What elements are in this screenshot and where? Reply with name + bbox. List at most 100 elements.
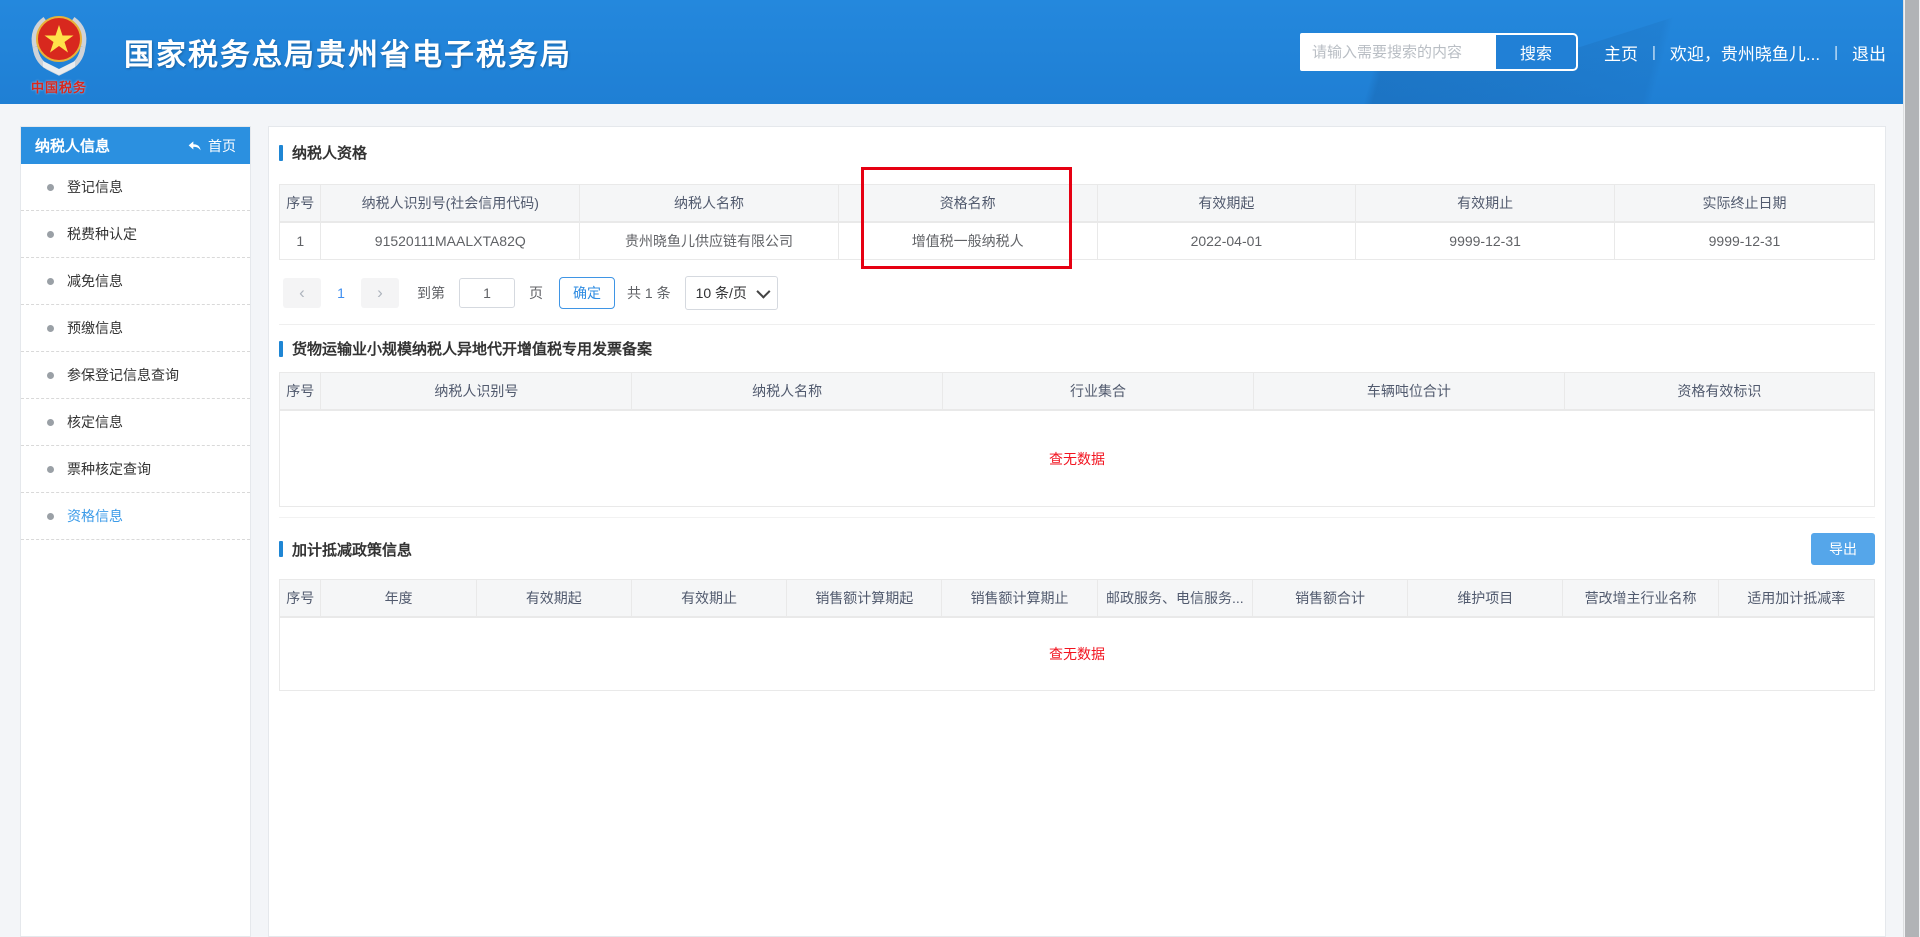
column-header: 有效期止 [1356, 185, 1615, 222]
bullet-icon [47, 184, 54, 191]
nav-separator: | [1652, 44, 1656, 61]
table-cell: 增值税一般纳税人 [839, 222, 1098, 259]
search-button[interactable]: 搜索 [1496, 33, 1578, 71]
bullet-icon [47, 372, 54, 379]
table-cell: 贵州晓鱼儿供应链有限公司 [580, 222, 839, 259]
section-title: 货物运输业小规模纳税人异地代开增值税专用发票备案 [279, 338, 1875, 359]
section-freight-filing: 货物运输业小规模纳税人异地代开增值税专用发票备案 序号纳税人识别号纳税人名称行业… [279, 324, 1875, 507]
freight-filing-table: 序号纳税人识别号纳税人名称行业集合车辆吨位合计资格有效标识 [279, 372, 1875, 411]
next-page-button[interactable]: › [361, 278, 399, 308]
empty-state-text: 查无数据 [280, 411, 1874, 506]
total-count-label: 共 1 条 [627, 283, 671, 303]
table-header-row: 序号纳税人识别号纳税人名称行业集合车辆吨位合计资格有效标识 [280, 373, 1874, 410]
table-cell: 9999-12-31 [1615, 222, 1874, 259]
section-title: 纳税人资格 [279, 142, 1875, 163]
app-header: 中国税务 国家税务总局贵州省电子税务局 搜索 主页 | 欢迎，贵州晓鱼儿... … [0, 0, 1920, 104]
column-header: 资格名称 [839, 185, 1098, 222]
column-header: 销售额合计 [1253, 580, 1408, 617]
column-header: 有效期止 [632, 580, 787, 617]
table-cell: 91520111MAALXTA82Q [321, 222, 580, 259]
table-cell: 9999-12-31 [1356, 222, 1615, 259]
bullet-icon [47, 278, 54, 285]
table-header-row: 序号年度有效期起有效期止销售额计算期起销售额计算期止邮政服务、电信服务...销售… [280, 580, 1874, 617]
search-input[interactable] [1300, 33, 1496, 71]
section-additional-deduction: 加计抵减政策信息 导出 序号年度有效期起有效期止销售额计算期起销售额计算期止邮政… [279, 517, 1875, 691]
column-header: 序号 [280, 373, 321, 410]
goto-prefix-label: 到第 [417, 283, 445, 303]
title-accent-bar [279, 541, 283, 557]
tax-bureau-logo: 中国税务 [16, 9, 102, 96]
sidebar-home-label: 首页 [208, 136, 236, 156]
column-header: 销售额计算期止 [942, 580, 1097, 617]
export-button[interactable]: 导出 [1811, 533, 1875, 565]
column-header: 邮政服务、电信服务... [1098, 580, 1253, 617]
column-header: 有效期起 [477, 580, 632, 617]
confirm-page-button[interactable]: 确定 [559, 277, 615, 309]
additional-deduction-empty-area: 查无数据 [279, 618, 1875, 691]
column-header: 纳税人名称 [632, 373, 943, 410]
column-header: 行业集合 [943, 373, 1254, 410]
section-title-text: 加计抵减政策信息 [292, 539, 412, 560]
table-cell: 2022-04-01 [1098, 222, 1357, 259]
bullet-icon [47, 231, 54, 238]
nav-separator: | [1834, 44, 1838, 61]
scrollbar-thumb[interactable] [1905, 0, 1919, 937]
sidebar-item-label: 预缴信息 [67, 318, 123, 338]
page-size-value: 10 条/页 [696, 283, 747, 303]
nav-welcome-link[interactable]: 欢迎，贵州晓鱼儿... [1670, 40, 1820, 65]
sidebar-item-prepayment-info[interactable]: 预缴信息 [21, 305, 250, 352]
column-header: 销售额计算期起 [787, 580, 942, 617]
bullet-icon [47, 466, 54, 473]
column-header: 实际终止日期 [1615, 185, 1874, 222]
goto-page-input[interactable] [459, 278, 515, 308]
sidebar-item-label: 核定信息 [67, 412, 123, 432]
sidebar-title: 纳税人信息 [35, 135, 110, 156]
page-size-select[interactable]: 10 条/页 [685, 276, 778, 310]
main-panel: 纳税人资格 序号纳税人识别号(社会信用代码)纳税人名称资格名称有效期起有效期止实… [268, 126, 1886, 937]
top-nav: 主页 | 欢迎，贵州晓鱼儿... | 退出 [1604, 40, 1886, 65]
sidebar-item-label: 资格信息 [67, 506, 123, 526]
sidebar-item-reduction-info[interactable]: 减免信息 [21, 258, 250, 305]
sidebar-item-insurance-registration-query[interactable]: 参保登记信息查询 [21, 352, 250, 399]
back-arrow-icon [187, 139, 202, 153]
title-accent-bar [279, 341, 283, 357]
sidebar-item-label: 登记信息 [67, 177, 123, 197]
nav-logout-link[interactable]: 退出 [1852, 40, 1886, 65]
column-header: 维护项目 [1408, 580, 1563, 617]
sidebar-item-registration-info[interactable]: 登记信息 [21, 164, 250, 211]
column-header: 年度 [321, 580, 476, 617]
sidebar-item-tax-type-determination[interactable]: 税费种认定 [21, 211, 250, 258]
sidebar-item-label: 减免信息 [67, 271, 123, 291]
sidebar-item-label: 票种核定查询 [67, 459, 151, 479]
additional-deduction-table: 序号年度有效期起有效期止销售额计算期起销售额计算期止邮政服务、电信服务...销售… [279, 579, 1875, 618]
column-header: 纳税人名称 [580, 185, 839, 222]
prev-page-button[interactable]: ‹ [283, 278, 321, 308]
site-title: 国家税务总局贵州省电子税务局 [124, 30, 572, 74]
sidebar-item-verification-info[interactable]: 核定信息 [21, 399, 250, 446]
logo-caption: 中国税务 [31, 77, 87, 96]
sidebar-item-invoice-type-query[interactable]: 票种核定查询 [21, 446, 250, 493]
column-header: 纳税人识别号 [321, 373, 632, 410]
goto-suffix-label: 页 [529, 283, 543, 303]
sidebar-item-qualification-info[interactable]: 资格信息 [21, 493, 250, 540]
section-title-text: 纳税人资格 [292, 142, 367, 163]
pagination: ‹ 1 › 到第 页 确定 共 1 条 10 条/页 [283, 276, 1875, 310]
page-scrollbar[interactable] [1903, 0, 1920, 937]
qualification-table: 序号纳税人识别号(社会信用代码)纳税人名称资格名称有效期起有效期止实际终止日期1… [279, 184, 1875, 260]
column-header: 营改增主行业名称 [1563, 580, 1718, 617]
tax-emblem-icon [23, 9, 95, 81]
bullet-icon [47, 325, 54, 332]
header-search: 搜索 [1300, 33, 1578, 71]
section-taxpayer-qualification: 纳税人资格 序号纳税人识别号(社会信用代码)纳税人名称资格名称有效期起有效期止实… [279, 142, 1875, 310]
current-page-number[interactable]: 1 [321, 285, 361, 301]
section-title: 加计抵减政策信息 [279, 539, 412, 560]
sidebar-home-link[interactable]: 首页 [187, 136, 236, 156]
section-title-text: 货物运输业小规模纳税人异地代开增值税专用发票备案 [292, 338, 652, 359]
nav-home-link[interactable]: 主页 [1604, 40, 1638, 65]
column-header: 序号 [280, 185, 321, 222]
bullet-icon [47, 513, 54, 520]
empty-state-text: 查无数据 [280, 618, 1874, 690]
column-header: 适用加计抵减率 [1719, 580, 1874, 617]
chevron-down-icon [756, 285, 770, 299]
column-header: 纳税人识别号(社会信用代码) [321, 185, 580, 222]
